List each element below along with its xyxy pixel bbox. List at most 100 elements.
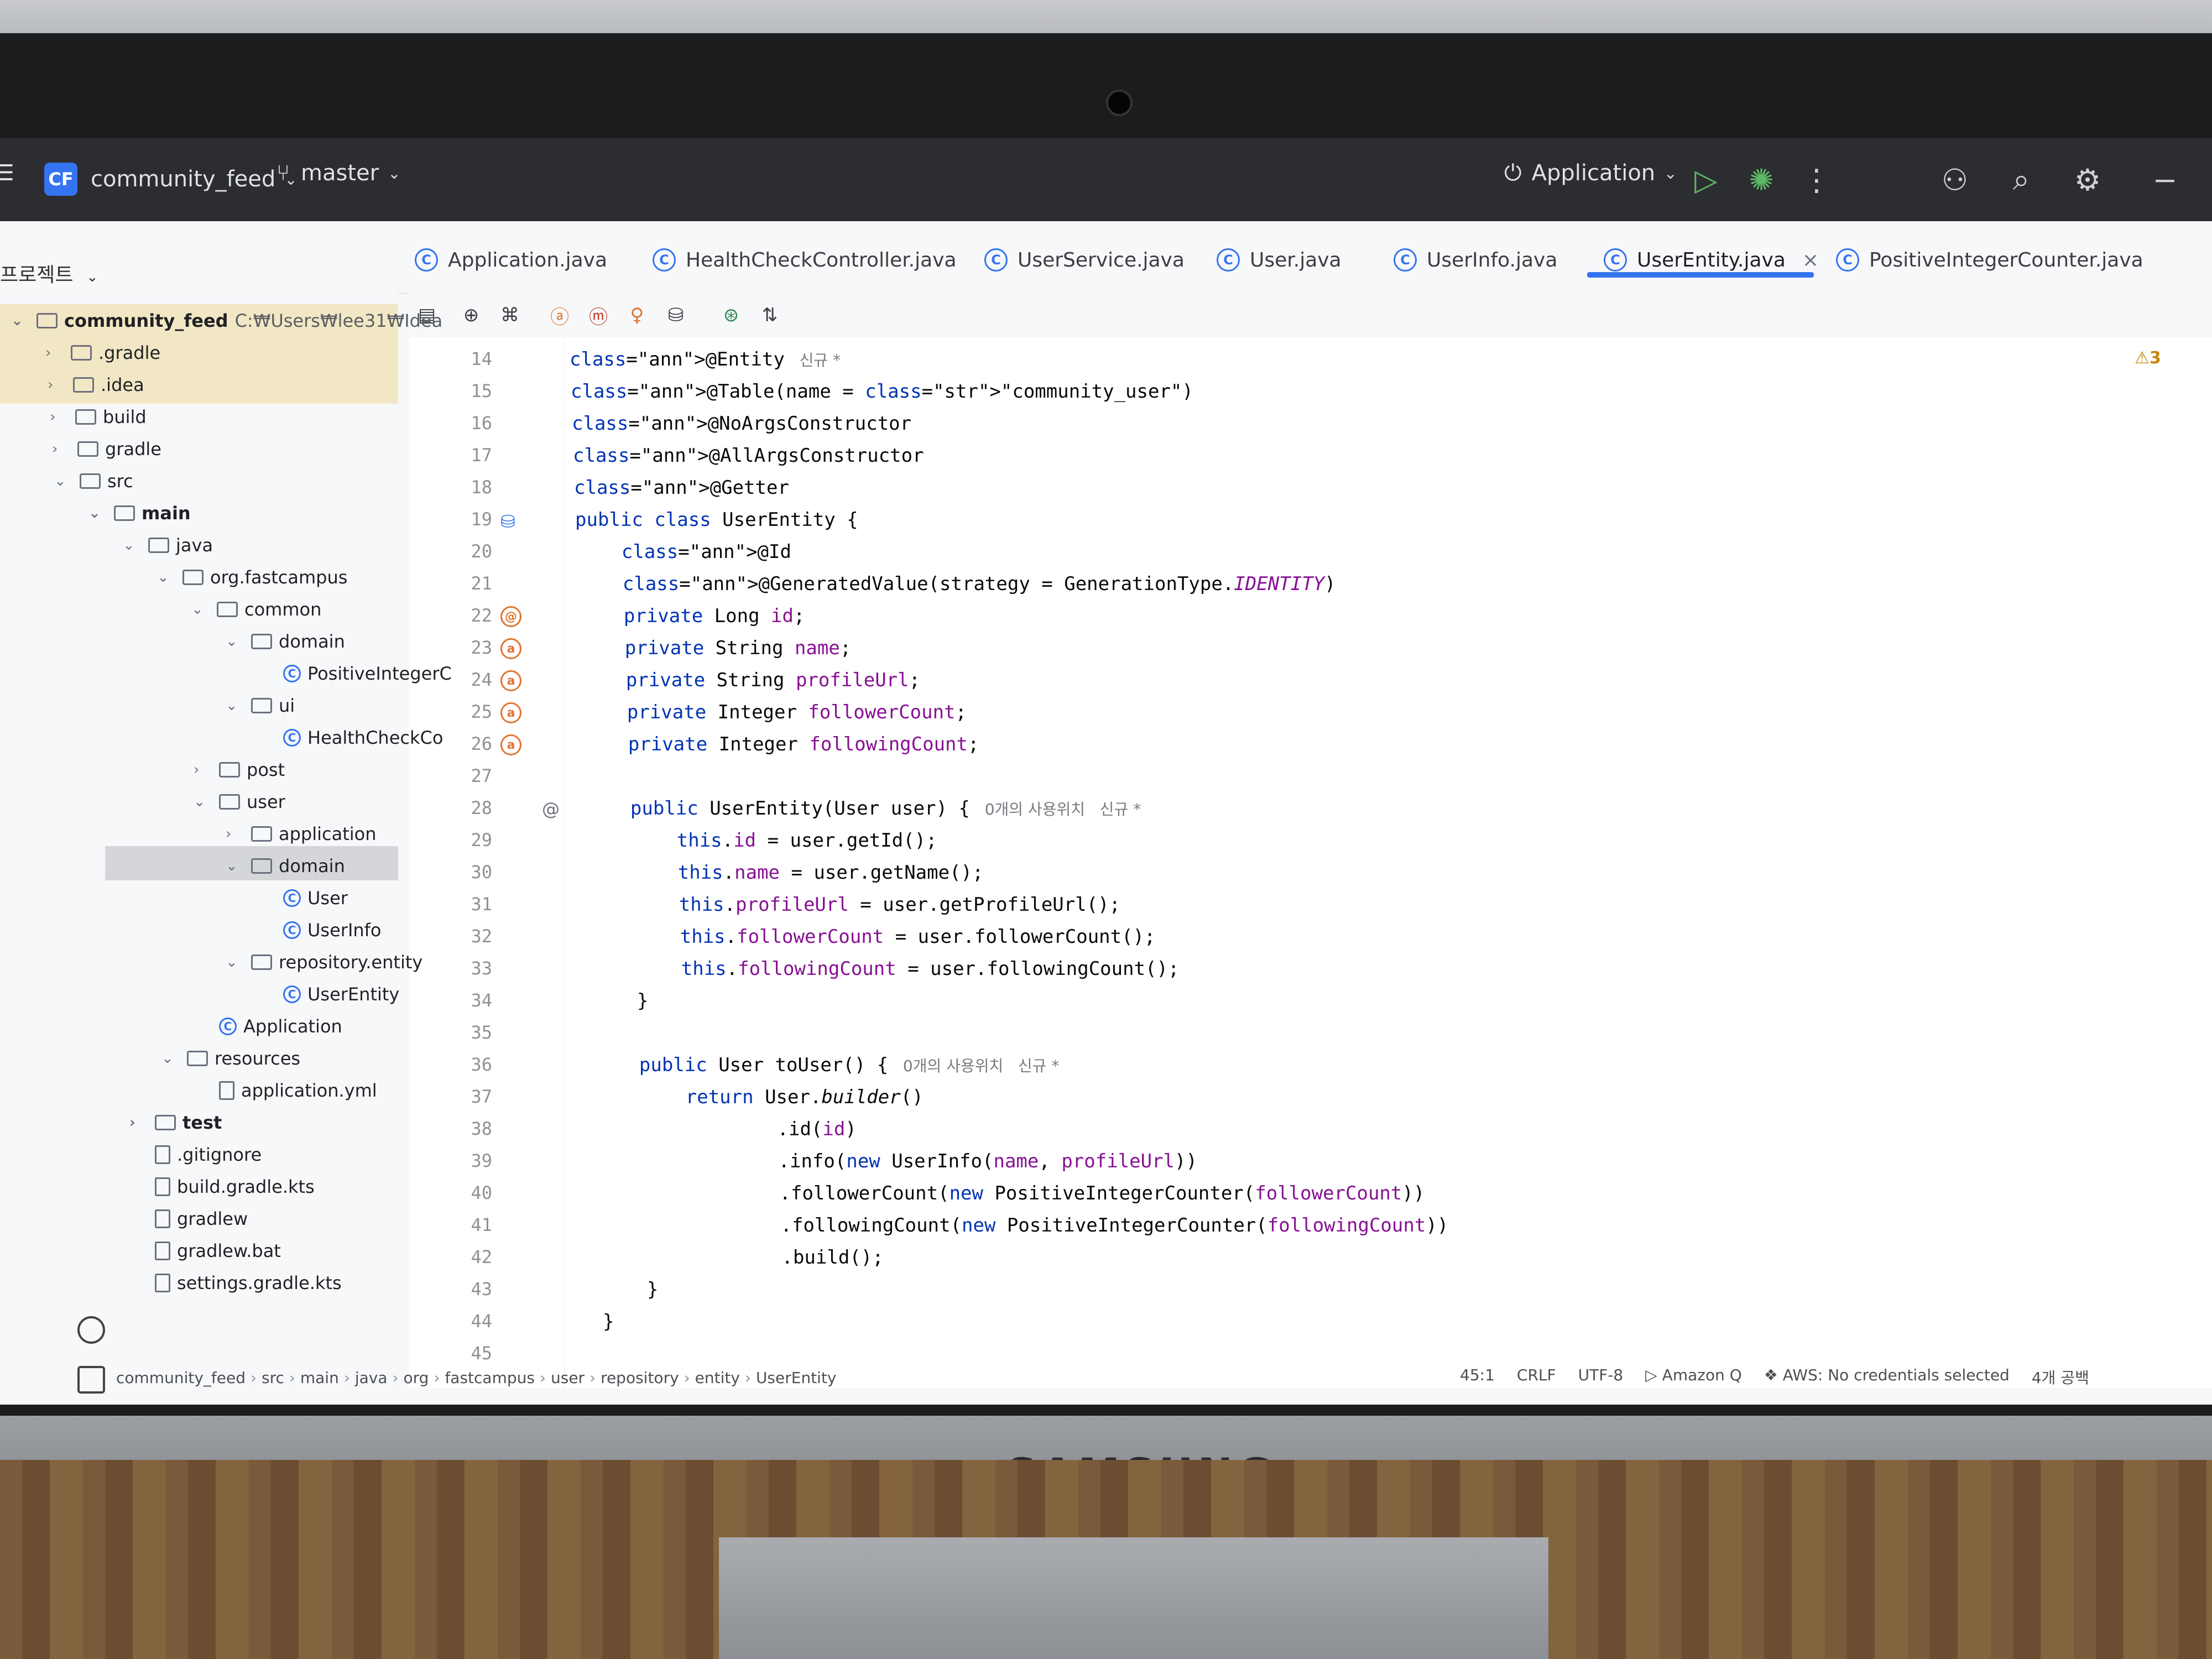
hierarchy-icon[interactable]: ⌘ (498, 303, 522, 327)
code-line[interactable]: private String name; (580, 637, 851, 659)
bulb-icon[interactable]: ♀ (625, 303, 649, 327)
indent-setting[interactable]: 4개 공백 (2032, 1366, 2089, 1388)
field-gutter-icon[interactable]: a (500, 670, 521, 691)
tree-item[interactable]: C PositiveIntegerC (258, 657, 452, 690)
run-config-selector[interactable]: ⏻ Application ⌄ (1504, 160, 1677, 186)
tree-item[interactable]: C HealthCheckCo (258, 721, 443, 754)
chevron-down-icon[interactable]: ⌄ (226, 954, 242, 971)
tree-item[interactable]: ⌄ ui (226, 689, 295, 722)
tree-item[interactable]: C User (258, 881, 348, 915)
code-line[interactable]: private String profileUrl; (581, 669, 920, 691)
code-vision-hint[interactable]: 신규 * (785, 351, 841, 369)
code-line[interactable]: class="ann">@Id (576, 541, 791, 563)
caret-position[interactable]: 45:1 (1460, 1366, 1495, 1388)
target-icon[interactable]: ⊕ (459, 303, 483, 327)
tab-userinfo[interactable]: C UserInfo.java (1394, 238, 1557, 282)
file-encoding[interactable]: UTF-8 (1578, 1366, 1624, 1388)
tree-item[interactable]: › build (50, 400, 147, 434)
code-line[interactable]: this.followingCount = user.followingCoun… (591, 958, 1180, 980)
code-line[interactable]: .build(); (601, 1246, 884, 1269)
tree-item[interactable]: › gradle (52, 432, 161, 466)
sort-icon[interactable]: ⇅ (758, 303, 782, 327)
amazon-q-status[interactable]: ▷ Amazon Q (1645, 1366, 1742, 1388)
warning-count[interactable]: ⚠3 (2135, 348, 2161, 368)
chevron-down-icon[interactable]: ⌄ (191, 601, 208, 618)
chevron-down-icon[interactable]: ⌄ (123, 537, 139, 554)
code-line[interactable]: } (602, 1279, 658, 1301)
terminal-icon[interactable] (77, 1366, 105, 1394)
code-vision-hint[interactable]: 0개의 사용위치 신규 * (970, 800, 1141, 818)
breadcrumb-item[interactable]: org (404, 1369, 429, 1387)
chevron-down-icon[interactable]: ⌄ (88, 505, 105, 521)
breadcrumb-item[interactable]: main (300, 1369, 339, 1387)
code-line[interactable]: return User.builder() (595, 1086, 924, 1108)
tree-item[interactable]: ⌄ user (194, 785, 285, 818)
breadcrumb-item[interactable]: UserEntity (756, 1369, 837, 1387)
chevron-right-icon[interactable]: › (194, 761, 210, 778)
breadcrumb-item[interactable]: java (355, 1369, 388, 1387)
chevron-right-icon[interactable]: › (48, 377, 64, 393)
services-icon[interactable] (77, 1316, 105, 1344)
tree-item[interactable]: ⌄ repository.entity (226, 946, 422, 979)
chevron-right-icon[interactable]: › (52, 441, 69, 457)
code-line[interactable]: .followingCount(new PositiveIntegerCount… (599, 1214, 1449, 1237)
branch-selector[interactable]: ⑂ master ⌄ (276, 160, 401, 186)
chevron-down-icon[interactable]: ⌄ (11, 312, 28, 329)
code-line[interactable]: this.name = user.getName(); (587, 862, 984, 884)
tree-item[interactable]: ⌄ resources (161, 1042, 300, 1075)
code-line[interactable]: } (603, 1311, 614, 1333)
code-line[interactable]: private Integer followingCount; (583, 733, 979, 755)
tree-item[interactable]: C UserEntity (258, 978, 399, 1011)
breadcrumb-item[interactable]: entity (695, 1369, 740, 1387)
field-gutter-icon[interactable]: a (500, 734, 521, 755)
tree-item[interactable]: ⌄ community_feed C:₩Users₩lee31₩Idea (11, 304, 442, 337)
attribute-icon[interactable]: ⓐ (547, 303, 572, 328)
field-gutter-icon[interactable]: @ (500, 606, 521, 627)
code-line[interactable]: class="ann">@NoArgsConstructor (572, 413, 911, 435)
tab-application[interactable]: C Application.java (415, 238, 607, 282)
tree-item[interactable]: ⌄ java (123, 529, 213, 562)
tree-item[interactable]: C UserInfo (258, 914, 382, 947)
minimize-icon[interactable]: − (2146, 160, 2184, 199)
code-line[interactable]: private Integer followerCount; (582, 701, 967, 723)
chevron-right-icon[interactable]: › (226, 826, 242, 842)
breadcrumb-item[interactable]: community_feed (116, 1369, 246, 1387)
chevron-down-icon[interactable]: ⌄ (226, 633, 242, 650)
field-gutter-icon[interactable]: a (500, 702, 521, 723)
debug-icon[interactable]: ✺ (1742, 160, 1781, 199)
method-icon[interactable]: ⓜ (586, 303, 611, 328)
code-line[interactable]: class="ann">@Table(name = class="str">"c… (571, 380, 1193, 403)
aws-status[interactable]: ❖ AWS: No credentials selected (1764, 1366, 2010, 1388)
tree-item[interactable]: ⌄ domain (226, 625, 345, 658)
code-line[interactable]: public UserEntity(User user) { 0개의 사용위치 … (585, 797, 1141, 820)
settings-icon[interactable]: ⚙ (2068, 160, 2107, 199)
tree-item[interactable]: › .gradle (45, 336, 160, 369)
chevron-down-icon[interactable]: ⌄ (157, 569, 174, 586)
breadcrumb-item[interactable]: user (551, 1369, 585, 1387)
chevron-right-icon[interactable]: › (50, 409, 66, 425)
code-line[interactable]: this.profileUrl = user.getProfileUrl(); (588, 894, 1120, 916)
breadcrumb-item[interactable]: fastcampus (445, 1369, 535, 1387)
code-vision-hint[interactable]: 0개의 사용위치 신규 * (888, 1057, 1059, 1075)
close-tab-icon[interactable]: × (1802, 249, 1819, 272)
tree-item[interactable]: › test (129, 1106, 222, 1139)
chevron-down-icon[interactable]: ⌄ (54, 473, 71, 489)
tab-userservice[interactable]: C UserService.java (984, 238, 1185, 282)
more-icon[interactable]: ⋮ (1797, 160, 1836, 199)
run-icon[interactable]: ▷ (1687, 160, 1725, 199)
chevron-down-icon[interactable]: ⌄ (161, 1050, 178, 1067)
main-menu-icon[interactable]: ☰ (0, 160, 14, 186)
chevron-right-icon[interactable]: › (45, 345, 62, 361)
code-editor[interactable]: ⚠3 14 class="ann">@Entity 신규 * 15 class="an… (409, 337, 2212, 1388)
tree-item[interactable]: settings.gradle.kts (129, 1266, 342, 1300)
code-line[interactable]: class="ann">@AllArgsConstructor (573, 445, 924, 467)
tree-item[interactable]: gradlew.bat (129, 1234, 281, 1267)
tree-item[interactable]: › .idea (48, 368, 144, 401)
code-line[interactable]: } (592, 990, 648, 1012)
tab-positiveintegercounter[interactable]: C PositiveIntegerCounter.java (1836, 238, 2143, 282)
breadcrumb-item[interactable]: src (262, 1369, 284, 1387)
db-search-icon[interactable]: ⛁ (664, 303, 688, 327)
code-line[interactable]: class="ann">@GeneratedValue(strategy = G… (577, 573, 1336, 595)
project-panel-header[interactable]: 프로젝트 ⌄ (0, 259, 98, 288)
chevron-down-icon[interactable]: ⌄ (194, 794, 210, 810)
